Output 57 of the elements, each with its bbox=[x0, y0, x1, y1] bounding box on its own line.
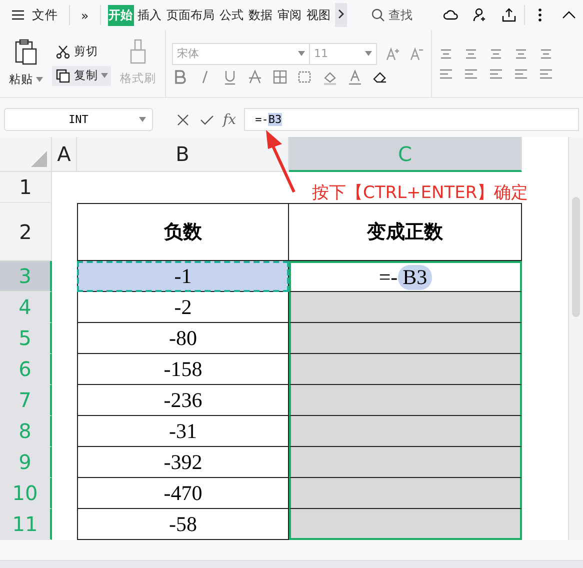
column-header[interactable]: B bbox=[77, 137, 289, 172]
share-icon[interactable] bbox=[501, 7, 517, 23]
ribbon-tab[interactable]: 插入 bbox=[136, 4, 163, 26]
ribbon-tab[interactable]: 公式 bbox=[218, 4, 245, 26]
table-cell: -2 bbox=[77, 292, 289, 323]
paste-button[interactable]: 粘贴 bbox=[6, 70, 46, 89]
strikethrough-icon[interactable] bbox=[247, 68, 263, 84]
cut-button[interactable]: 剪切 bbox=[52, 42, 101, 62]
annotation-text: 按下【CTRL+ENTER】确定 bbox=[312, 182, 528, 204]
ribbon-tab[interactable]: 页面布局 bbox=[166, 4, 216, 26]
copy-button[interactable]: 复制 bbox=[52, 66, 111, 86]
function-button[interactable]: fx bbox=[223, 112, 236, 128]
font-color-icon[interactable] bbox=[347, 68, 363, 84]
chevron-right-icon bbox=[336, 8, 345, 18]
file-menu[interactable]: 文件 bbox=[6, 4, 62, 26]
borders-icon[interactable] bbox=[272, 68, 288, 84]
bold-icon[interactable] bbox=[172, 68, 188, 84]
caret-icon[interactable] bbox=[101, 73, 108, 78]
table-cell: -158 bbox=[77, 354, 289, 385]
formula-field[interactable]: =-B3 bbox=[244, 108, 579, 131]
table-cell: -470 bbox=[77, 478, 289, 509]
scissors-icon bbox=[55, 44, 71, 60]
caret-icon[interactable] bbox=[139, 117, 146, 122]
caret-icon[interactable] bbox=[298, 51, 305, 56]
copy-icon bbox=[55, 68, 71, 84]
underline-icon[interactable] bbox=[222, 68, 238, 84]
more-tabs-button[interactable]: » bbox=[77, 6, 93, 24]
select-all-icon[interactable] bbox=[31, 151, 47, 167]
table-cell: -31 bbox=[77, 416, 289, 447]
add-user-icon[interactable] bbox=[472, 7, 488, 23]
table-cell: 变成正数 bbox=[289, 203, 522, 261]
close-icon[interactable] bbox=[175, 112, 191, 128]
row-header[interactable]: 1 bbox=[0, 172, 52, 203]
name-box[interactable]: INT bbox=[4, 108, 153, 131]
increase-font-icon[interactable] bbox=[385, 46, 401, 62]
row-header[interactable]: 2 bbox=[0, 203, 52, 261]
table-cell: =- B3 bbox=[289, 261, 522, 292]
column-header[interactable]: A bbox=[52, 137, 77, 172]
caret-icon[interactable] bbox=[365, 51, 372, 56]
table-cell: -1 bbox=[77, 261, 289, 292]
ribbon-tab[interactable]: 数据 bbox=[248, 4, 274, 26]
cell-style-icon[interactable] bbox=[297, 68, 313, 84]
table-cell: 负数 bbox=[77, 203, 289, 261]
decrease-font-icon[interactable] bbox=[409, 46, 425, 62]
clipboard-icon[interactable] bbox=[14, 38, 38, 66]
vertical-scrollbar[interactable] bbox=[568, 137, 583, 540]
caret-icon[interactable] bbox=[36, 77, 43, 82]
brush-icon[interactable] bbox=[128, 39, 148, 65]
ribbon-tab[interactable]: 审阅 bbox=[276, 4, 303, 26]
ribbon-tab[interactable]: 视图 bbox=[306, 4, 332, 26]
table-cell: -58 bbox=[77, 509, 289, 540]
search-button[interactable]: 查找 bbox=[364, 6, 419, 24]
scroll-tabs-button[interactable] bbox=[334, 3, 347, 27]
table-cell: -236 bbox=[77, 385, 289, 416]
search-icon bbox=[370, 7, 386, 23]
table-cell: -392 bbox=[77, 447, 289, 478]
table-cell: -80 bbox=[77, 323, 289, 354]
